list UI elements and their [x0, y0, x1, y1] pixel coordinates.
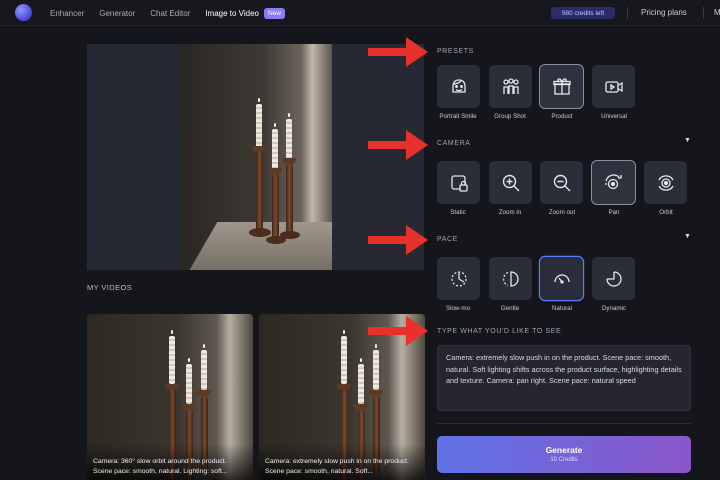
video-caption: Camera: extremely slow push in on the pr…: [259, 444, 425, 480]
annotation-arrow: [368, 225, 428, 255]
presets-title: PRESETS: [437, 48, 474, 55]
camera-label: Zoom in: [498, 209, 522, 216]
gentle-icon: [502, 270, 519, 287]
nav-generator[interactable]: Generator: [99, 9, 135, 18]
preset-universal[interactable]: [592, 65, 635, 108]
generate-button[interactable]: Generate 10 Credits: [437, 436, 691, 473]
pace-dynamic[interactable]: [592, 257, 635, 300]
natural-icon: [553, 273, 570, 284]
credits-badge[interactable]: 980 credits left: [551, 7, 615, 19]
lock-frame-icon: [450, 174, 468, 192]
camera-pan[interactable]: [592, 161, 635, 204]
pan-icon: [604, 173, 622, 189]
top-bar: Enhancer Generator Chat Editor Image to …: [0, 0, 720, 26]
camera-orbit[interactable]: [644, 161, 687, 204]
camera-static[interactable]: [437, 161, 480, 204]
group-icon: [502, 77, 519, 94]
prompt-textarea[interactable]: Camera: extremely slow push in on the pr…: [437, 345, 691, 411]
pricing-link[interactable]: Pricing plans: [641, 0, 687, 26]
preset-label: Universal: [601, 113, 627, 120]
face-icon: [451, 78, 466, 93]
annotation-arrow: [368, 130, 428, 160]
video-card[interactable]: Camera: 360° slow orbit around the produ…: [87, 314, 253, 480]
camera-zoom-in[interactable]: [489, 161, 532, 204]
camera-label: Static: [450, 209, 466, 216]
generate-cost: 10 Credits: [550, 457, 578, 463]
pace-label: Gentle: [500, 305, 520, 312]
preset-group-shot[interactable]: [489, 65, 532, 108]
divider: [703, 7, 704, 19]
pace-natural[interactable]: [540, 257, 583, 300]
account-menu[interactable]: M: [714, 0, 720, 26]
preset-product[interactable]: [540, 65, 583, 108]
my-videos-title: MY VIDEOS: [87, 283, 133, 292]
zoom-out-icon: [553, 174, 570, 191]
pace-label: Slow-mo: [445, 305, 471, 312]
orbit-icon: [657, 174, 674, 191]
pace-slow-mo[interactable]: [437, 257, 480, 300]
divider: [437, 423, 691, 424]
annotation-arrow: [368, 316, 428, 346]
pace-label: Dynamic: [601, 305, 627, 312]
video-caption: Camera: 360° slow orbit around the produ…: [87, 444, 253, 480]
pace-title: PACE: [437, 236, 458, 243]
preset-label: Product: [551, 113, 573, 120]
app-logo[interactable]: [15, 4, 32, 21]
preset-label: Portrait Smile: [439, 113, 477, 120]
nav-chat-editor[interactable]: Chat Editor: [150, 9, 190, 18]
zoom-in-icon: [502, 174, 519, 191]
camera-label: Orbit: [659, 209, 673, 216]
camera-title: CAMERA: [437, 140, 471, 147]
new-badge: New: [263, 7, 285, 19]
dynamic-icon: [605, 270, 622, 287]
divider: [627, 7, 628, 19]
pace-collapse-icon[interactable]: ▼: [684, 233, 691, 240]
prompt-title: TYPE WHAT YOU'D LIKE TO SEE: [437, 328, 562, 335]
slowmo-icon: [450, 270, 467, 287]
annotation-arrow: [368, 37, 428, 67]
preset-label: Group Shot: [494, 113, 526, 120]
camera-label: Pan: [608, 209, 620, 216]
main-nav: Enhancer Generator Chat Editor Image to …: [50, 0, 285, 26]
camera-collapse-icon[interactable]: ▼: [684, 137, 691, 144]
generate-label: Generate: [545, 445, 583, 455]
video-icon: [604, 80, 623, 93]
nav-enhancer[interactable]: Enhancer: [50, 9, 84, 18]
product-photo: [180, 44, 332, 270]
preset-portrait-smile[interactable]: [437, 65, 480, 108]
pace-gentle[interactable]: [489, 257, 532, 300]
nav-image-to-video[interactable]: Image to Video: [205, 9, 259, 18]
camera-label: Zoom out: [548, 209, 576, 216]
gift-icon: [552, 77, 571, 95]
camera-zoom-out[interactable]: [540, 161, 583, 204]
pace-label: Natural: [552, 305, 572, 312]
